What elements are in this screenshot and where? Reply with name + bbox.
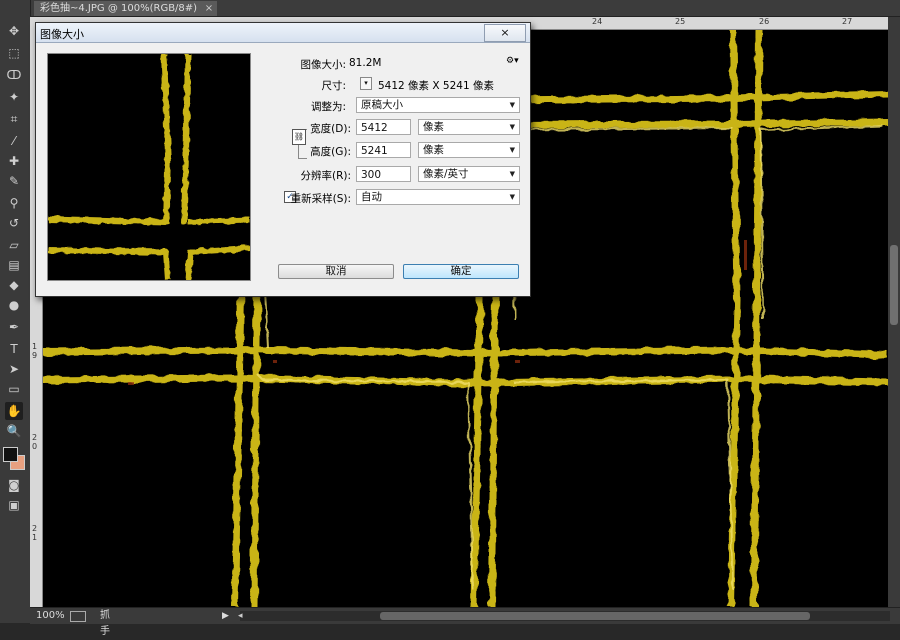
horizontal-scrollbar[interactable]: ◂ xyxy=(238,608,890,624)
hand-tool-icon[interactable]: ✋ xyxy=(5,402,23,420)
type-tool-icon[interactable]: T xyxy=(5,340,23,358)
close-button[interactable]: × xyxy=(484,24,526,42)
brush-tool-icon[interactable]: ✎ xyxy=(5,172,23,190)
resample-label: 重新采样(S): xyxy=(290,193,351,205)
clone-stamp-tool-icon[interactable]: ⚲ xyxy=(5,194,23,212)
document-tab-title: 彩色抽~4.JPG @ 100%(RGB/8#) xyxy=(40,3,198,14)
resample-value: 自动 xyxy=(361,191,382,203)
blur-tool-icon[interactable]: ◆ xyxy=(5,276,23,294)
width-unit-value: 像素 xyxy=(423,121,444,133)
fit-to-select[interactable]: 原稿大小 ▼ xyxy=(356,97,520,113)
marquee-tool-icon[interactable]: ⬚ xyxy=(5,44,23,62)
image-size-label: 图像大小: xyxy=(300,59,346,71)
height-label: 高度(G): xyxy=(310,146,351,158)
dialog-title: 图像大小 xyxy=(40,28,84,41)
ruler-label: 1 xyxy=(32,342,38,351)
image-preview[interactable] xyxy=(47,53,251,281)
vertical-scrollbar[interactable] xyxy=(888,17,900,607)
chevron-down-icon: ▼ xyxy=(509,146,515,154)
ruler-label: 25 xyxy=(675,17,686,26)
resolution-unit-value: 像素/英寸 xyxy=(423,168,469,180)
resample-select[interactable]: 自动 ▼ xyxy=(356,189,520,205)
zoom-tool-icon[interactable]: 🔍 xyxy=(5,422,23,440)
width-input[interactable]: 5412 xyxy=(356,119,411,135)
scroll-left-icon[interactable]: ◂ xyxy=(238,608,243,624)
ruler-label: 1 xyxy=(32,533,38,542)
chevron-down-icon: ▼ xyxy=(509,193,515,201)
document-tab-bar: 彩色抽~4.JPG @ 100%(RGB/8#) × xyxy=(30,0,900,17)
document-info-icon[interactable] xyxy=(70,611,86,622)
tool-status-label: 抓手 xyxy=(100,610,110,637)
ruler-label: 27 xyxy=(842,17,853,26)
height-unit-select[interactable]: 像素 ▼ xyxy=(418,142,520,158)
ruler-label: 0 xyxy=(32,442,38,451)
resolution-input[interactable]: 300 xyxy=(356,166,411,182)
foreground-color-swatch[interactable] xyxy=(3,447,18,462)
preview-artwork xyxy=(48,54,250,280)
ruler-label: 24 xyxy=(592,17,603,26)
shape-tool-icon[interactable]: ▭ xyxy=(5,380,23,398)
ok-button[interactable]: 确定 xyxy=(403,264,519,279)
screen-mode-icon[interactable]: ▣ xyxy=(5,496,23,514)
eraser-tool-icon[interactable]: ▱ xyxy=(5,236,23,254)
tools-panel: ✥ ⬚ ↀ ✦ ⌗ ⁄ ✚ ✎ ⚲ ↺ ▱ ▤ ◆ ● ✒ T ➤ ▭ ✋ 🔍 ◙ ▣ xyxy=(0,0,31,623)
ruler-label: 2 xyxy=(32,433,38,442)
dimensions-value: 5412 像素 X 5241 像素 xyxy=(378,80,494,92)
dodge-tool-icon[interactable]: ● xyxy=(5,296,23,314)
cancel-button[interactable]: 取消 xyxy=(278,264,394,279)
eyedropper-tool-icon[interactable]: ⁄ xyxy=(5,132,23,150)
width-label: 宽度(D): xyxy=(310,123,351,135)
scrollbar-thumb[interactable] xyxy=(380,612,810,620)
zoom-level[interactable]: 100% xyxy=(36,608,65,624)
move-tool-icon[interactable]: ✥ xyxy=(5,22,23,40)
crop-tool-icon[interactable]: ⌗ xyxy=(5,110,23,128)
quick-mask-icon[interactable]: ◙ xyxy=(5,476,23,494)
width-unit-select[interactable]: 像素 ▼ xyxy=(418,119,520,135)
arrow-right-icon[interactable]: ▶ xyxy=(222,608,229,624)
height-input[interactable]: 5241 xyxy=(356,142,411,158)
lasso-tool-icon[interactable]: ↀ xyxy=(5,66,23,84)
close-icon[interactable]: × xyxy=(205,1,213,16)
dimensions-unit-dropdown[interactable]: ▾ xyxy=(360,77,372,90)
history-brush-tool-icon[interactable]: ↺ xyxy=(5,214,23,232)
status-bar: 100% 抓手 ▶ ◂ xyxy=(30,607,900,637)
chevron-down-icon: ▼ xyxy=(509,123,515,131)
dimensions-label: 尺寸: xyxy=(321,80,346,92)
fit-to-label: 调整为: xyxy=(310,101,346,113)
magic-wand-tool-icon[interactable]: ✦ xyxy=(5,88,23,106)
image-size-value: 81.2M xyxy=(349,57,382,69)
document-tab[interactable]: 彩色抽~4.JPG @ 100%(RGB/8#) × xyxy=(34,1,218,16)
height-unit-value: 像素 xyxy=(423,144,444,156)
chevron-down-icon: ▼ xyxy=(509,101,515,109)
pen-tool-icon[interactable]: ✒ xyxy=(5,318,23,336)
dialog-titlebar[interactable]: 图像大小 × xyxy=(36,23,530,43)
path-selection-tool-icon[interactable]: ➤ xyxy=(5,360,23,378)
resolution-label: 分辨率(R): xyxy=(300,170,351,182)
gradient-tool-icon[interactable]: ▤ xyxy=(5,256,23,274)
image-size-dialog: 图像大小 × 图像大小: 81.2M ⚙▾ 尺寸: ▾ 5412 像素 X 52… xyxy=(35,22,531,297)
chevron-down-icon: ▼ xyxy=(509,170,515,178)
scrollbar-thumb[interactable] xyxy=(890,245,898,325)
ruler-label: 2 xyxy=(32,524,38,533)
fit-to-value: 原稿大小 xyxy=(361,99,403,111)
resolution-unit-select[interactable]: 像素/英寸 ▼ xyxy=(418,166,520,182)
ruler-label: 9 xyxy=(32,351,38,360)
ruler-label: 26 xyxy=(759,17,770,26)
healing-brush-tool-icon[interactable]: ✚ xyxy=(5,152,23,170)
gear-icon[interactable]: ⚙▾ xyxy=(506,56,519,66)
